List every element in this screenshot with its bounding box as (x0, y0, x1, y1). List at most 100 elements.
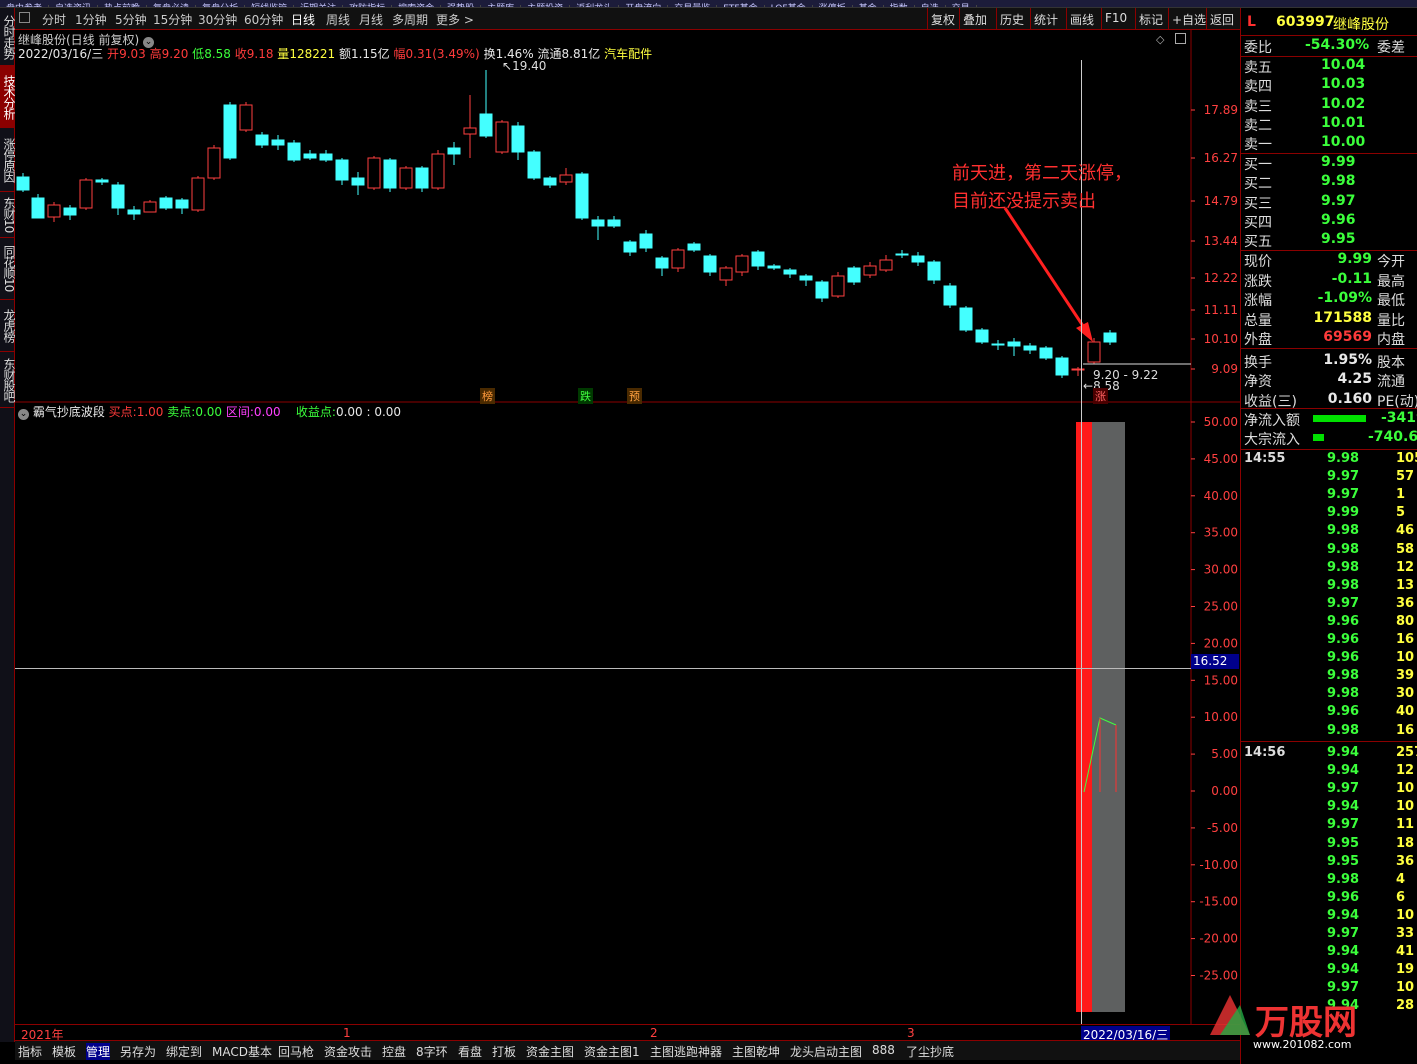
indicator-axis: 50.00 45.00 40.00 35.00 30.00 25.00 20.00 15.00… (1191, 415, 1238, 983)
period-tab[interactable]: 更多 > (436, 11, 474, 28)
chevron-down-icon[interactable]: ⌄ (18, 409, 29, 420)
ind-axis-label: 0.00 (1211, 784, 1238, 798)
sidebar-tab[interactable]: 分时走势 (0, 8, 16, 66)
period-tab[interactable]: 1分钟 (75, 11, 107, 28)
candle-body (543, 177, 557, 186)
signal-bang: 榜 (480, 388, 495, 404)
quote-label2: 最低 (1377, 293, 1405, 309)
ind-axis-label: 40.00 (1204, 489, 1238, 503)
toolbar-button[interactable]: 统计 (1034, 11, 1058, 28)
candle-body (607, 219, 621, 227)
bottom-tab[interactable]: MACD基本 (212, 1043, 272, 1060)
candle-body (175, 199, 189, 209)
bottom-tab[interactable]: 主图乾坤 (732, 1043, 780, 1060)
bottom-tab[interactable]: 打板 (492, 1043, 516, 1060)
period-tab[interactable]: 多周期 (392, 11, 428, 28)
candle-body (95, 179, 109, 183)
tick-price: 9.98 (1327, 871, 1360, 887)
quote-panel: L 603997 继峰股份 委比 -54.30% 委差 净流入额 -3419 大… (1240, 8, 1417, 1064)
period-tab[interactable]: 日线 (291, 11, 315, 28)
toggle-icon[interactable] (19, 12, 30, 23)
toolbar-separator (1168, 8, 1169, 30)
candle-body (287, 142, 301, 161)
bottom-tab[interactable]: 另存为 (120, 1043, 156, 1060)
bottom-tab[interactable]: 主图逃跑神器 (650, 1043, 722, 1060)
period-tab[interactable]: 周线 (326, 11, 350, 28)
bid-value: 9.98 (1321, 173, 1356, 190)
annotation-line-1: 前天进，第二天涨停， (952, 163, 1132, 184)
x-tick: 1 (343, 1026, 351, 1040)
tick-price: 9.95 (1327, 835, 1360, 851)
tick-volume: 58 (1396, 541, 1415, 557)
tick-volume: 257 (1396, 745, 1417, 760)
ask-label: 卖一 (1244, 137, 1272, 154)
toolbar-button[interactable]: 叠加 (963, 11, 987, 28)
ask-value: 10.02 (1321, 95, 1366, 112)
bottom-tab[interactable]: 8字环 (416, 1043, 448, 1060)
period-tab[interactable]: 15分钟 (153, 11, 192, 28)
tick-volume: 57 (1396, 469, 1415, 485)
bottom-tab[interactable]: 资金攻击 (324, 1043, 372, 1060)
tick-volume: 12 (1396, 559, 1415, 575)
candle-body (959, 307, 973, 331)
period-tab[interactable]: 30分钟 (198, 11, 237, 28)
toolbar-button[interactable]: F10 (1105, 11, 1127, 25)
bottom-tab[interactable]: 绑定到 (166, 1043, 202, 1060)
profit-label: 收益点: (295, 405, 336, 419)
sidebar-tab[interactable]: 同花顺10 (0, 238, 16, 300)
quote-value: 171588 (1313, 309, 1372, 326)
candle-body (991, 343, 1005, 346)
ind-axis-label: 20.00 (1204, 636, 1238, 650)
toolbar-separator (1101, 8, 1102, 30)
signal-die: 跌 (578, 388, 593, 404)
period-tab[interactable]: 60分钟 (244, 11, 283, 28)
indicator-name[interactable]: 霸气抄底波段 (33, 405, 105, 419)
period-tab[interactable]: 分时 (42, 11, 66, 28)
bottom-tab[interactable]: 看盘 (458, 1043, 482, 1060)
period-tab[interactable]: 5分钟 (115, 11, 147, 28)
sell-label: 卖点: (167, 405, 196, 419)
quote-label2: 股本 (1377, 354, 1405, 371)
tick-price: 9.94 (1327, 745, 1360, 760)
sidebar-tab[interactable]: 技术分析 (0, 66, 16, 128)
bottom-tab[interactable]: 管理 (86, 1043, 111, 1060)
top-nav-strip[interactable]: 盘中参考自选资讯热点前瞻复盘必读复盘分析短线监管近期关注攻防指标搜索资金强势股主… (0, 0, 1417, 8)
bottom-tab[interactable]: 龙头启动主图 (790, 1043, 862, 1060)
quote-value: -1.09% (1317, 290, 1372, 306)
price-axis-label: 10.10 (1204, 332, 1238, 346)
price-axis-label: 9.09 (1211, 362, 1238, 376)
toolbar-button[interactable]: 复权 (931, 11, 955, 28)
bottom-tab[interactable]: 888 (872, 1043, 895, 1057)
toolbar-button[interactable]: 画线 (1070, 11, 1094, 28)
sidebar-tab[interactable]: 涨停原因 (0, 128, 16, 192)
toolbar-button[interactable]: 历史 (1000, 11, 1024, 28)
toolbar-button[interactable]: 返回 (1210, 11, 1234, 28)
candle-body (879, 259, 893, 271)
bottom-tab[interactable]: 了尘抄底 (906, 1043, 954, 1060)
candle-body (799, 275, 813, 281)
toolbar-button[interactable]: +自选 (1172, 11, 1206, 28)
candle-body (671, 249, 685, 269)
bottom-tab[interactable]: 控盘 (382, 1043, 406, 1060)
bottom-tab[interactable]: 资金主图1 (584, 1043, 640, 1060)
candle-body (16, 176, 30, 191)
toolbar-separator (1206, 8, 1207, 30)
sidebar-tab[interactable]: 东财10 (0, 192, 16, 238)
period-tab[interactable]: 月线 (359, 11, 383, 28)
stock-code: 603997 (1276, 14, 1335, 30)
toolbar-separator (1066, 8, 1067, 30)
left-sidebar: 分时走势 技术分析 涨停原因 东财10 同花顺10 龙虎榜 东财股吧 (0, 8, 16, 1042)
sidebar-tab[interactable]: 东财股吧 (0, 352, 16, 408)
bottom-tab[interactable]: 资金主图 (526, 1043, 574, 1060)
candle-body (751, 251, 765, 267)
toolbar-button[interactable]: 标记 (1139, 11, 1163, 28)
sidebar-tab[interactable]: 龙虎榜 (0, 300, 16, 352)
bottom-tab[interactable]: 回马枪 (278, 1043, 314, 1060)
bottom-tab[interactable]: 指标 (18, 1043, 42, 1060)
bottom-tab[interactable]: 模板 (52, 1043, 76, 1060)
tick-volume: 11 (1396, 817, 1415, 833)
tick-volume: 6 (1396, 889, 1406, 905)
quote-label: 净资 (1244, 374, 1272, 390)
candle-body (367, 157, 381, 189)
candle-body (847, 267, 861, 283)
